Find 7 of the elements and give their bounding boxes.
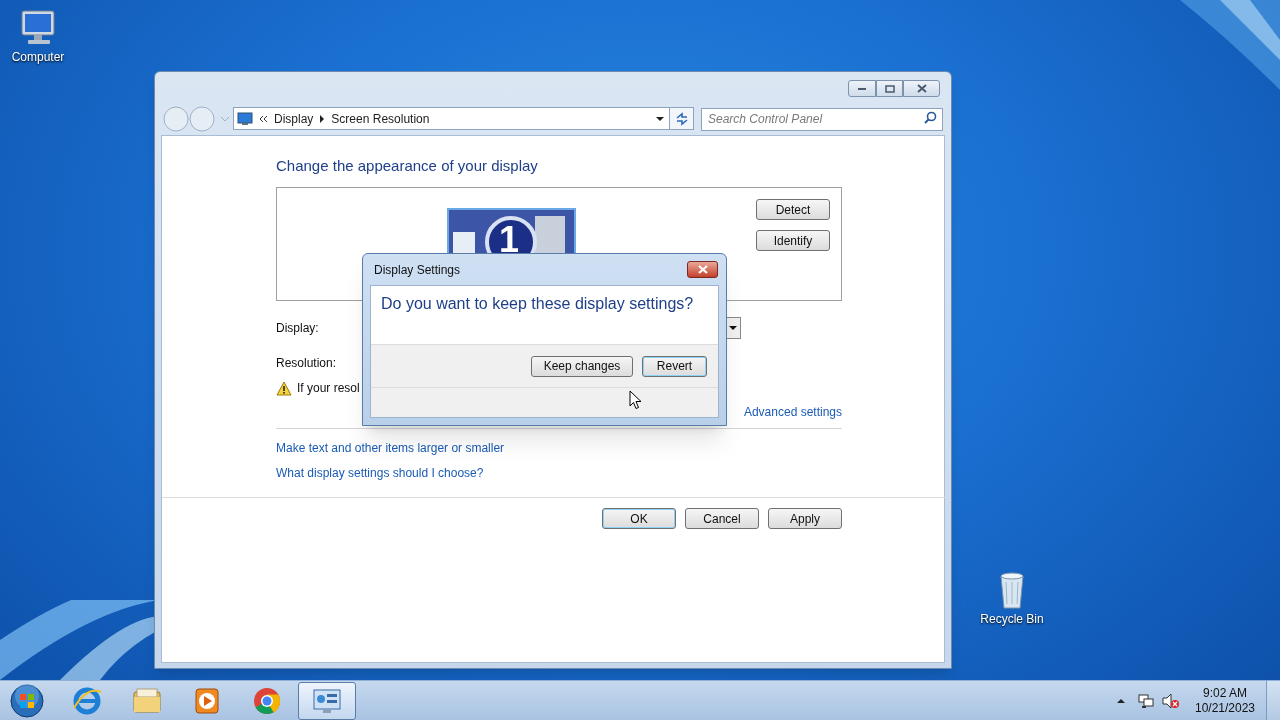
field-label: Resolution: bbox=[276, 355, 338, 372]
field-label: Display: bbox=[276, 320, 320, 337]
dialog-question: Do you want to keep these display settings? bbox=[381, 294, 695, 314]
page-heading: Change the appearance of your display bbox=[276, 156, 539, 176]
monitor-number: 1 bbox=[499, 220, 520, 260]
warning-text: If your resol bbox=[297, 380, 360, 397]
dialog-title: Display Settings bbox=[374, 261, 461, 279]
